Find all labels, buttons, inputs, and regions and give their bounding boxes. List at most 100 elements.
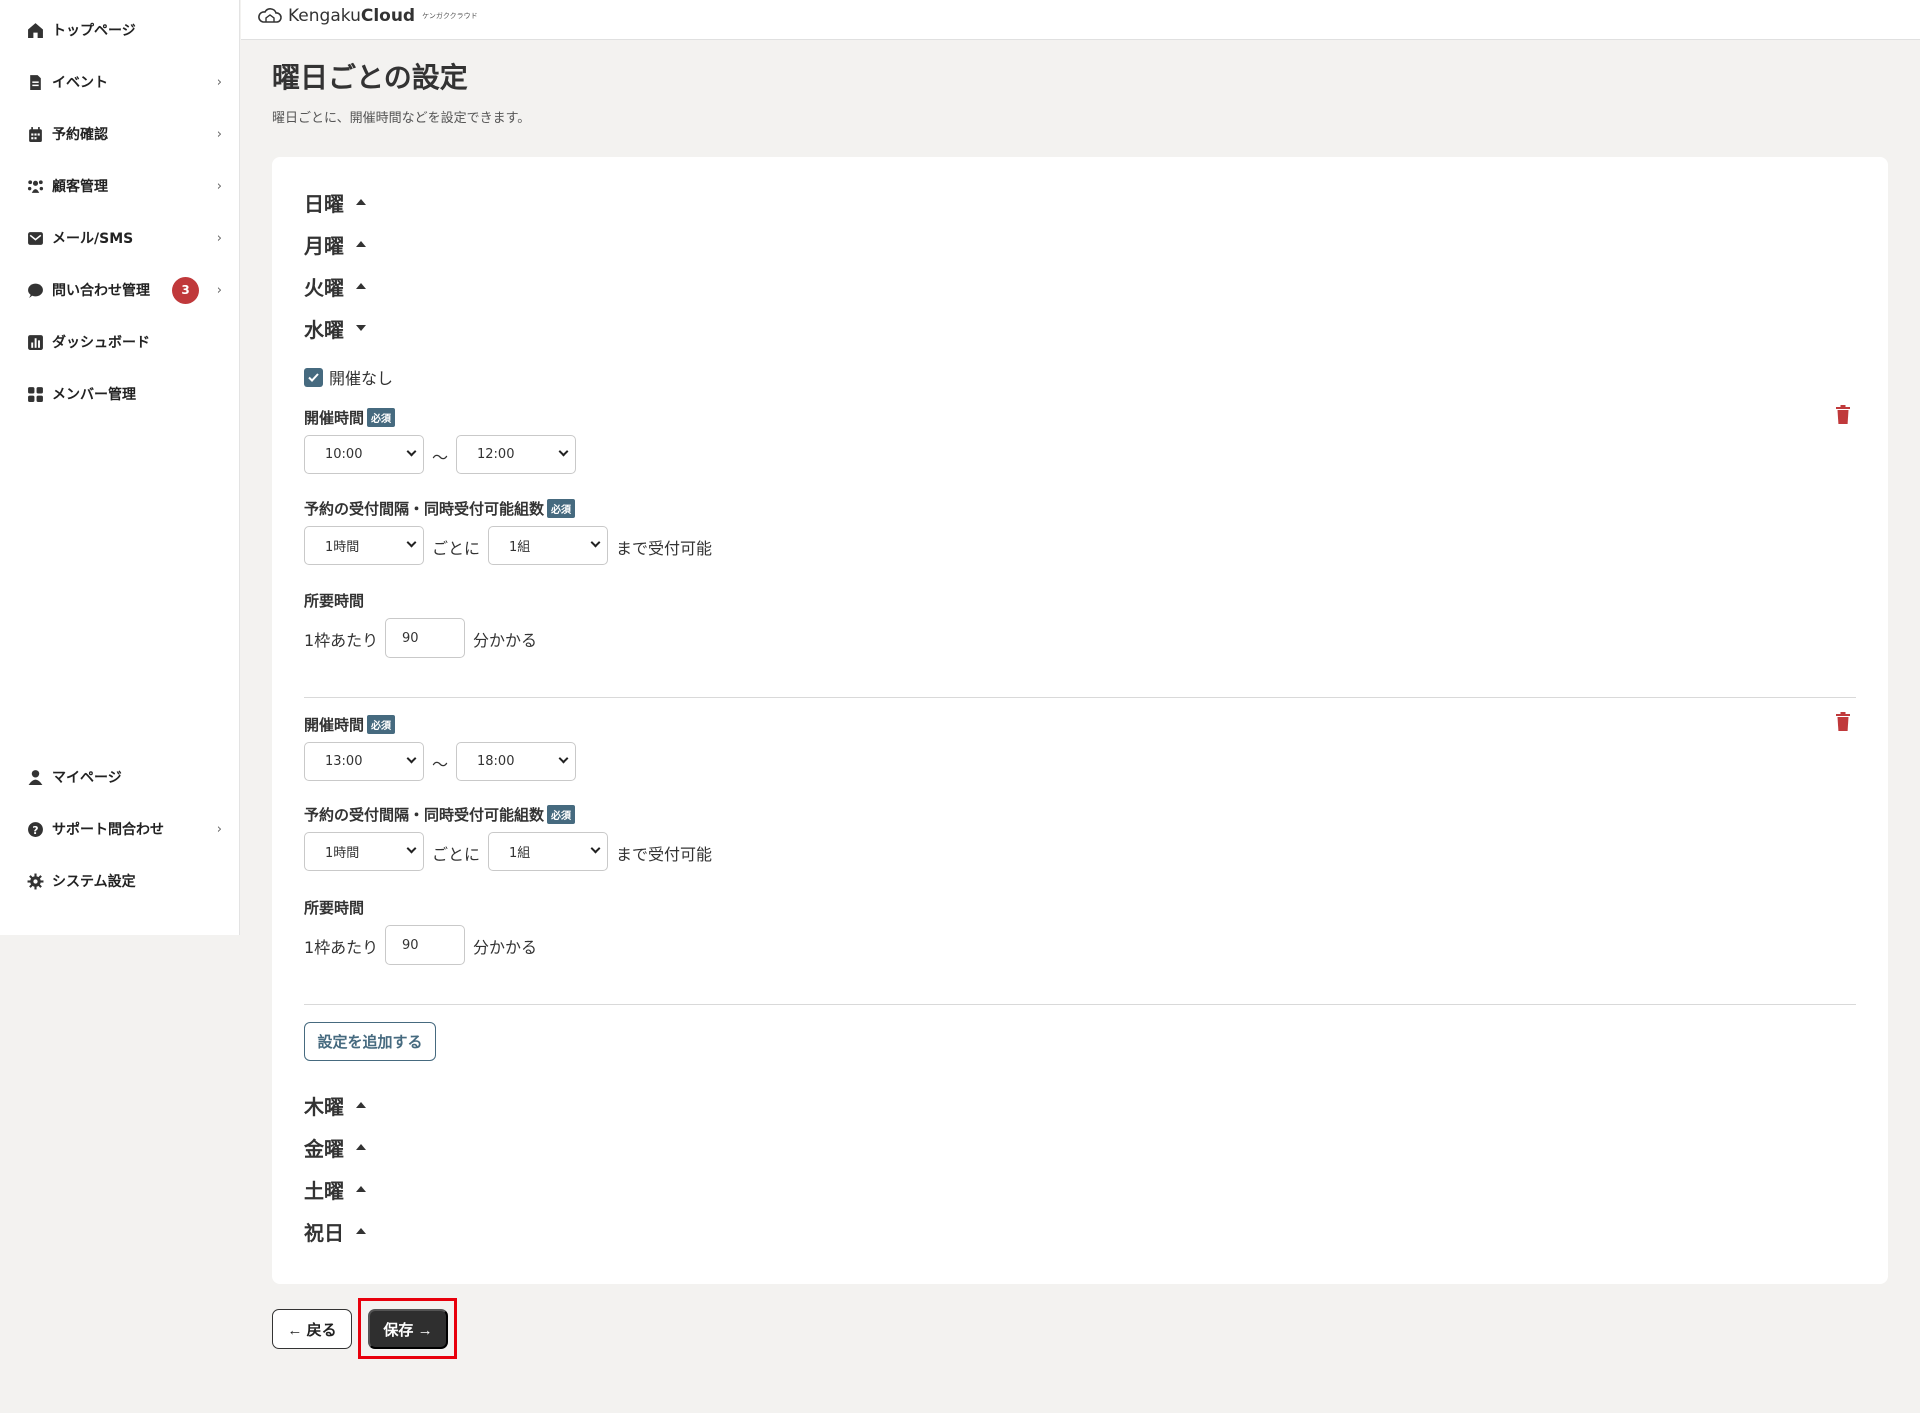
chat-icon [28, 283, 43, 298]
sidebar-item-label: ダッシュボード [52, 335, 150, 351]
slot2-end-time-select[interactable]: 18:00 [456, 742, 576, 781]
sidebar-item-members[interactable]: メンバー管理 [27, 379, 222, 409]
caret-up-icon [356, 1102, 366, 1108]
slot1-start-time-select[interactable]: 10:00 [304, 435, 424, 474]
required-badge: 必須 [367, 408, 396, 427]
sidebar-item-inquiries[interactable]: 問い合わせ管理 3 › [27, 275, 222, 305]
sidebar-item-support[interactable]: ? サポート問合わせ › [27, 814, 222, 844]
sidebar-item-mail-sms[interactable]: メール/SMS › [27, 223, 222, 253]
brand-kana: ケンガククラウド [422, 12, 478, 20]
back-button[interactable]: ← 戻る [272, 1309, 352, 1349]
day-toggle-monday[interactable]: 月曜 [304, 229, 366, 259]
slot1-interval-select[interactable]: 1時間 [304, 526, 424, 565]
chevron-down-icon [590, 537, 601, 548]
chevron-down-icon [558, 753, 569, 764]
slot-divider [304, 697, 1856, 698]
trash-icon[interactable] [1835, 712, 1851, 731]
sidebar-item-top[interactable]: トップページ [27, 15, 222, 45]
brand-name-bold: Cloud [360, 6, 416, 26]
sidebar-item-label: トップページ [52, 23, 136, 39]
slot2-duration-input[interactable]: 90 [385, 925, 465, 965]
slot2-interval-select[interactable]: 1時間 [304, 832, 424, 871]
chevron-right-icon: › [216, 74, 222, 90]
slot2-start-time-select[interactable]: 13:00 [304, 742, 424, 781]
day-toggle-friday[interactable]: 金曜 [304, 1132, 366, 1162]
page-subtitle: 曜日ごとに、開催時間などを設定できます。 [272, 111, 531, 126]
chevron-down-icon [590, 843, 601, 854]
chevron-right-icon: › [216, 230, 222, 246]
sidebar-item-label: イベント [52, 75, 108, 91]
slot1-duration-label: 所要時間 [304, 592, 365, 610]
sidebar-item-label: 問い合わせ管理 [52, 283, 150, 299]
caret-up-icon [356, 283, 366, 289]
chevron-right-icon: › [216, 282, 222, 298]
sidebar-item-event[interactable]: イベント › [27, 67, 222, 97]
notification-badge: 3 [172, 276, 199, 304]
sidebar-item-mypage[interactable]: マイページ [27, 762, 222, 792]
chevron-right-icon: › [216, 178, 222, 194]
no-event-checkbox[interactable]: 開催なし [304, 365, 393, 389]
calendar-icon [29, 126, 42, 142]
slot1-interval-label: 予約の受付間隔・同時受付可能組数 必須 [304, 498, 576, 519]
per-slot-text: 1枠あたり [304, 631, 379, 650]
checkbox-checked-icon[interactable] [304, 367, 323, 387]
required-badge: 必須 [547, 805, 576, 824]
slot1-time-label: 開催時間 必須 [304, 407, 396, 428]
day-toggle-sunday[interactable]: 日曜 [304, 187, 366, 217]
caret-up-icon [356, 1144, 366, 1150]
sidebar-item-reservation[interactable]: 予約確認 › [27, 119, 222, 149]
svg-text:?: ? [32, 823, 38, 836]
mail-icon [28, 231, 43, 245]
tilde-separator: 〜 [432, 448, 449, 467]
users-icon [27, 179, 44, 193]
required-badge: 必須 [367, 715, 396, 734]
sidebar-item-customers[interactable]: 顧客管理 › [27, 171, 222, 201]
top-bar: Kengaku Cloud ケンガククラウド [241, 0, 1920, 40]
slot2-time-label: 開催時間 必須 [304, 714, 396, 735]
grid-icon [28, 386, 43, 402]
cloud-logo-icon [258, 8, 282, 23]
brand-name: Kengaku [288, 6, 361, 26]
takes-text: 分かかる [473, 938, 538, 957]
chevron-down-icon [558, 446, 569, 457]
caret-up-icon [356, 1186, 366, 1192]
sidebar-item-label: システム設定 [52, 874, 136, 890]
sidebar-item-label: 予約確認 [52, 127, 108, 143]
trash-icon[interactable] [1835, 405, 1851, 424]
until-text: まで受付可能 [616, 539, 713, 558]
help-icon: ? [28, 821, 43, 837]
sidebar-item-system-settings[interactable]: システム設定 [27, 866, 222, 896]
sidebar-item-label: マイページ [52, 770, 122, 786]
home-icon [28, 22, 43, 38]
day-toggle-thursday[interactable]: 木曜 [304, 1090, 366, 1120]
sidebar-item-label: メール/SMS [52, 231, 134, 247]
page-title: 曜日ごとの設定 [272, 61, 468, 94]
app-logo[interactable]: Kengaku Cloud ケンガククラウド [257, 6, 478, 26]
add-setting-button[interactable]: 設定を追加する [304, 1022, 436, 1061]
per-slot-text: 1枠あたり [304, 938, 379, 957]
slot1-duration-input[interactable]: 90 [385, 618, 465, 658]
caret-up-icon [356, 241, 366, 247]
slot2-interval-label: 予約の受付間隔・同時受付可能組数 必須 [304, 804, 576, 825]
day-toggle-holiday[interactable]: 祝日 [304, 1216, 366, 1246]
chevron-down-icon [406, 843, 417, 854]
chevron-down-icon [406, 537, 417, 548]
gear-icon [27, 873, 44, 889]
day-toggle-tuesday[interactable]: 火曜 [304, 271, 366, 301]
weekday-settings-card: 日曜 月曜 火曜 水曜 開催なし 開催時間 必須 10:00 〜 12:00 予約… [272, 157, 1888, 1284]
no-event-label: 開催なし [329, 369, 394, 388]
save-button[interactable]: 保存 → [368, 1309, 448, 1349]
day-toggle-wednesday[interactable]: 水曜 [304, 313, 366, 343]
chart-icon [28, 334, 43, 350]
day-toggle-saturday[interactable]: 土曜 [304, 1174, 366, 1204]
until-text: まで受付可能 [616, 845, 713, 864]
slot-divider [304, 1004, 1856, 1005]
slot1-groups-select[interactable]: 1組 [488, 526, 608, 565]
slot2-groups-select[interactable]: 1組 [488, 832, 608, 871]
caret-up-icon [356, 199, 366, 205]
slot2-duration-label: 所要時間 [304, 899, 365, 917]
every-text: ごとに [432, 845, 481, 864]
sidebar-item-dashboard[interactable]: ダッシュボード [27, 327, 222, 357]
slot1-end-time-select[interactable]: 12:00 [456, 435, 576, 474]
user-icon [28, 769, 43, 785]
